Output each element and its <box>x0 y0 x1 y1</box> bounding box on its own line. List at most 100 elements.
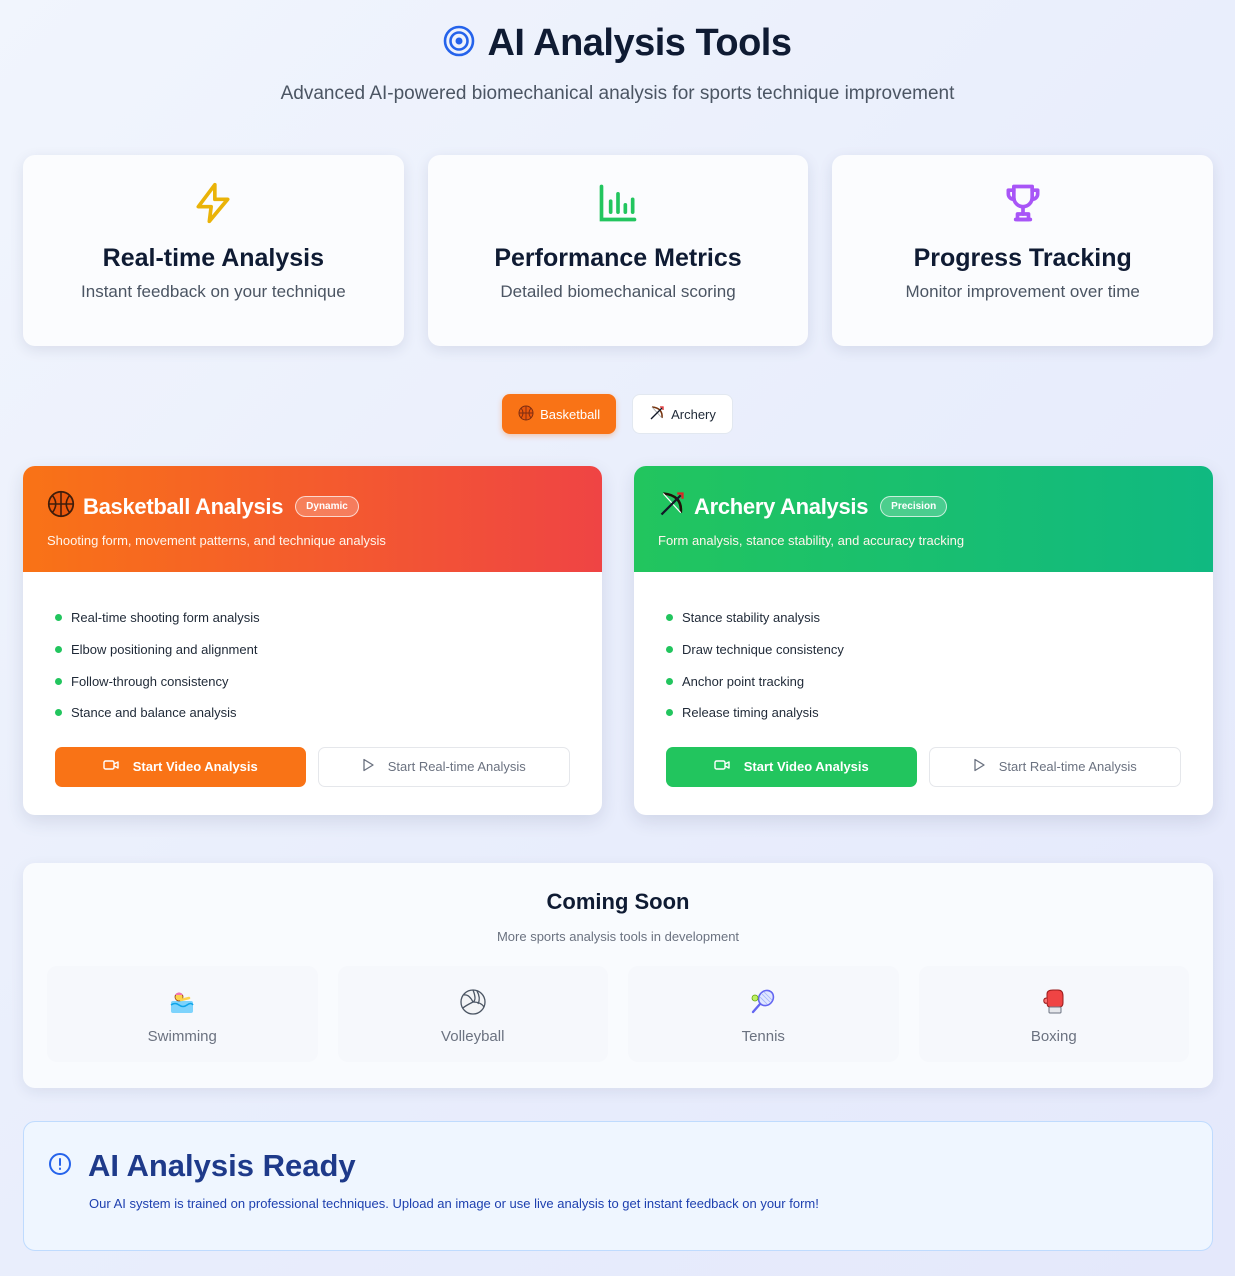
section-title: Coming Soon <box>546 889 690 914</box>
feature-card-realtime: Real-time Analysis Instant feedback on y… <box>23 155 404 346</box>
page-title: AI Analysis Tools <box>487 22 792 64</box>
video-camera-icon <box>103 758 119 775</box>
bullet-dot <box>55 646 62 654</box>
target-icon <box>443 25 475 62</box>
card-title-row: Archery Analysis Precision <box>658 490 1189 523</box>
tab-archery[interactable]: Archery <box>632 394 733 434</box>
sport-label: Boxing <box>1030 1028 1077 1045</box>
feature-title: Real-time Analysis <box>102 244 325 272</box>
card-feature-list: Stance stability analysis Draw technique… <box>666 602 1181 729</box>
play-icon <box>362 758 374 775</box>
card-title: Basketball Analysis <box>83 493 284 519</box>
bullet-dot <box>666 614 673 622</box>
ready-title: AI Analysis Ready <box>88 1148 356 1183</box>
bullet-dot <box>666 646 673 654</box>
trophy-icon <box>832 180 1213 226</box>
tab-label: Basketball <box>540 406 601 422</box>
swimmer-icon <box>47 988 318 1016</box>
card-feature-list: Real-time shooting form analysis Elbow p… <box>55 602 570 729</box>
page-header: AI Analysis Tools Advanced AI-powered bi… <box>0 22 1235 105</box>
analysis-cards: Basketball Analysis Dynamic Shooting for… <box>23 466 1213 815</box>
list-item-label: Draw technique consistency <box>682 642 844 658</box>
list-item-label: Stance and balance analysis <box>71 705 237 721</box>
sport-label: Swimming <box>147 1028 217 1045</box>
list-item: Follow-through consistency <box>55 665 570 697</box>
play-icon <box>973 758 985 775</box>
bullet-dot <box>55 614 62 622</box>
card-title: Archery Analysis <box>694 493 869 519</box>
card-actions: Start Video Analysis Start Real-time Ana… <box>55 746 570 787</box>
start-video-analysis-button[interactable]: Start Video Analysis <box>55 746 306 787</box>
video-camera-icon <box>714 758 730 775</box>
card-badge: Precision <box>880 496 948 517</box>
coming-soon-section: Coming Soon More sports analysis tools i… <box>23 863 1213 1088</box>
feature-title: Performance Metrics <box>494 244 742 272</box>
basketball-icon <box>518 405 534 424</box>
boxing-glove-icon <box>919 988 1190 1016</box>
list-item: Release timing analysis <box>666 697 1181 729</box>
tab-label: Archery <box>671 406 716 422</box>
list-item: Elbow positioning and alignment <box>55 634 570 666</box>
tennis-icon <box>628 988 899 1016</box>
list-item-label: Follow-through consistency <box>71 673 229 689</box>
sport-tabs: Basketball Archery <box>0 394 1235 434</box>
card-title-row: Basketball Analysis Dynamic <box>47 490 578 523</box>
list-item: Anchor point tracking <box>666 665 1181 697</box>
feature-desc: Instant feedback on your technique <box>81 282 346 301</box>
list-item-label: Elbow positioning and alignment <box>71 642 258 658</box>
start-realtime-analysis-button[interactable]: Start Real-time Analysis <box>317 746 570 787</box>
bow-arrow-icon <box>649 405 665 424</box>
list-item: Real-time shooting form analysis <box>55 602 570 634</box>
sport-label: Tennis <box>741 1028 785 1045</box>
list-item-label: Stance stability analysis <box>682 610 821 626</box>
card-body: Stance stability analysis Draw technique… <box>634 572 1213 787</box>
button-label: Start Video Analysis <box>132 759 258 775</box>
bullet-dot <box>666 677 673 685</box>
bullet-dot <box>55 677 62 685</box>
section-subtitle: More sports analysis tools in developmen… <box>496 929 740 944</box>
list-item-label: Real-time shooting form analysis <box>71 610 260 626</box>
upcoming-sports-grid: Swimming Volleyball Tennis Boxing <box>47 966 1189 1062</box>
card-header: Archery Analysis Precision Form analysis… <box>634 466 1213 572</box>
card-actions: Start Video Analysis Start Real-time Ana… <box>666 746 1181 787</box>
start-realtime-analysis-button[interactable]: Start Real-time Analysis <box>928 746 1181 787</box>
start-video-analysis-button[interactable]: Start Video Analysis <box>666 746 917 787</box>
list-item: Stance stability analysis <box>666 602 1181 634</box>
list-item-label: Release timing analysis <box>682 705 819 721</box>
volleyball-icon <box>338 988 609 1016</box>
list-item: Stance and balance analysis <box>55 697 570 729</box>
feature-title: Progress Tracking <box>913 244 1132 272</box>
basketball-icon <box>47 490 75 523</box>
bar-chart-icon <box>428 180 809 226</box>
archery-analysis-card: Archery Analysis Precision Form analysis… <box>634 466 1213 815</box>
feature-cards: Real-time Analysis Instant feedback on y… <box>23 155 1214 346</box>
button-label: Start Real-time Analysis <box>998 759 1137 775</box>
basketball-analysis-card: Basketball Analysis Dynamic Shooting for… <box>23 466 602 815</box>
card-desc: Shooting form, movement patterns, and te… <box>47 533 386 548</box>
info-icon <box>48 1152 72 1181</box>
sport-tile-tennis: Tennis <box>628 966 899 1062</box>
bow-arrow-icon <box>658 490 686 523</box>
feature-card-metrics: Performance Metrics Detailed biomechanic… <box>427 155 809 346</box>
page-subtitle: Advanced AI-powered biomechanical analys… <box>280 83 955 104</box>
sport-tile-volleyball: Volleyball <box>337 966 609 1062</box>
sport-label: Volleyball <box>441 1028 505 1045</box>
card-badge: Dynamic <box>295 496 359 517</box>
bullet-dot <box>55 709 62 717</box>
card-desc: Form analysis, stance stability, and acc… <box>658 533 965 548</box>
sport-tile-swimming: Swimming <box>47 966 318 1062</box>
button-label: Start Real-time Analysis <box>387 759 526 775</box>
sport-tile-boxing: Boxing <box>918 966 1190 1062</box>
ready-title-row: AI Analysis Ready <box>48 1148 1188 1184</box>
tab-basketball[interactable]: Basketball <box>502 394 617 434</box>
card-header: Basketball Analysis Dynamic Shooting for… <box>23 466 602 572</box>
ready-text: Our AI system is trained on professional… <box>89 1196 819 1211</box>
lightning-icon <box>23 180 404 226</box>
analysis-ready-banner: AI Analysis Ready Our AI system is train… <box>23 1121 1213 1251</box>
feature-card-progress: Progress Tracking Monitor improvement ov… <box>832 155 1214 346</box>
list-item: Draw technique consistency <box>666 634 1181 666</box>
feature-desc: Detailed biomechanical scoring <box>500 282 736 301</box>
card-body: Real-time shooting form analysis Elbow p… <box>23 572 602 787</box>
bullet-dot <box>666 709 673 717</box>
feature-desc: Monitor improvement over time <box>905 282 1140 301</box>
